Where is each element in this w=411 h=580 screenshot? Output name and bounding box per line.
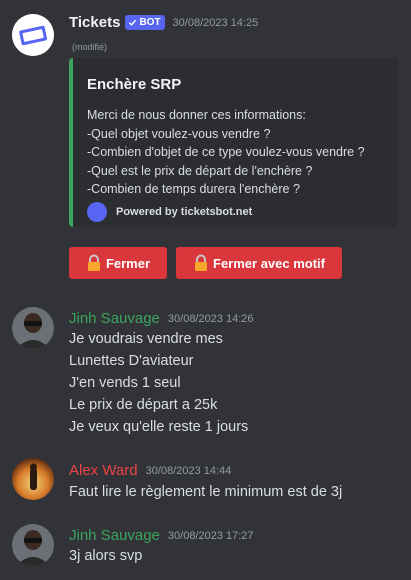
- message-line: Lunettes D'aviateur: [69, 353, 194, 369]
- message-header: Jinh Sauvage 30/08/2023 14:26: [69, 310, 254, 327]
- author-name[interactable]: Jinh Sauvage: [69, 310, 160, 327]
- timestamp: 30/08/2023 14:44: [145, 464, 232, 477]
- message-line: Le prix de départ a 25k: [69, 397, 218, 413]
- timestamp: 30/08/2023 17:27: [167, 529, 254, 542]
- close-button-label: Fermer: [105, 255, 151, 271]
- embed-description: Merci de nous donner ces informations: -…: [87, 106, 365, 199]
- author-name[interactable]: Tickets: [69, 14, 120, 31]
- embed-footer: Powered by ticketsbot.net: [87, 202, 252, 222]
- footer-text: Powered by ticketsbot.net: [116, 206, 253, 218]
- embed-line: -Combien de temps durera l'enchère ?: [87, 182, 300, 196]
- bot-header: Tickets BOT 30/08/2023 14:25: [69, 14, 258, 31]
- timestamp: 30/08/2023 14:25: [172, 16, 259, 29]
- message-line: Je veux qu'elle reste 1 jours: [69, 419, 249, 435]
- embed-card: Enchère SRP Merci de nous donner ces inf…: [69, 58, 398, 227]
- ticket-icon: [12, 14, 54, 56]
- embed-line: -Quel objet voulez-vous vendre ?: [87, 126, 271, 141]
- verified-check-icon: [129, 19, 137, 26]
- message-line: 3j alors svp: [69, 548, 143, 564]
- message-line: J'en vends 1 seul: [69, 375, 181, 391]
- user-avatar[interactable]: [12, 524, 54, 566]
- user-avatar[interactable]: [12, 307, 54, 349]
- author-name[interactable]: Alex Ward: [69, 462, 138, 479]
- user-avatar[interactable]: [12, 458, 54, 500]
- edited-marker: (modifié): [72, 42, 108, 52]
- lock-icon: [87, 254, 100, 271]
- message-header: Jinh Sauvage 30/08/2023 17:27: [69, 527, 254, 544]
- bot-tag: BOT: [125, 15, 165, 30]
- ticketsbot-logo-icon: [87, 202, 107, 222]
- lock-icon: [195, 254, 207, 271]
- author-name[interactable]: Jinh Sauvage: [69, 527, 160, 544]
- timestamp: 30/08/2023 14:26: [167, 312, 254, 325]
- bot-tag-label: BOT: [139, 17, 161, 28]
- close-with-reason-label: Fermer avec motif: [213, 255, 325, 271]
- tickets-bot-avatar[interactable]: [12, 14, 54, 56]
- message-line: Je voudrais vendre mes: [69, 331, 223, 347]
- close-with-reason-button[interactable]: Fermer avec motif: [176, 247, 342, 279]
- message-header: Alex Ward 30/08/2023 14:44: [69, 462, 231, 479]
- embed-line: -Quel est le prix de départ de l'enchère…: [87, 163, 313, 178]
- close-button[interactable]: Fermer: [69, 247, 167, 279]
- embed-line: Merci de nous donner ces informations:: [87, 108, 306, 122]
- message-line: Faut lire le règlement le minimum est de…: [69, 484, 343, 500]
- embed-title: Enchère SRP: [87, 76, 182, 93]
- embed-line: -Combien d'objet de ce type voulez-vous …: [87, 145, 365, 159]
